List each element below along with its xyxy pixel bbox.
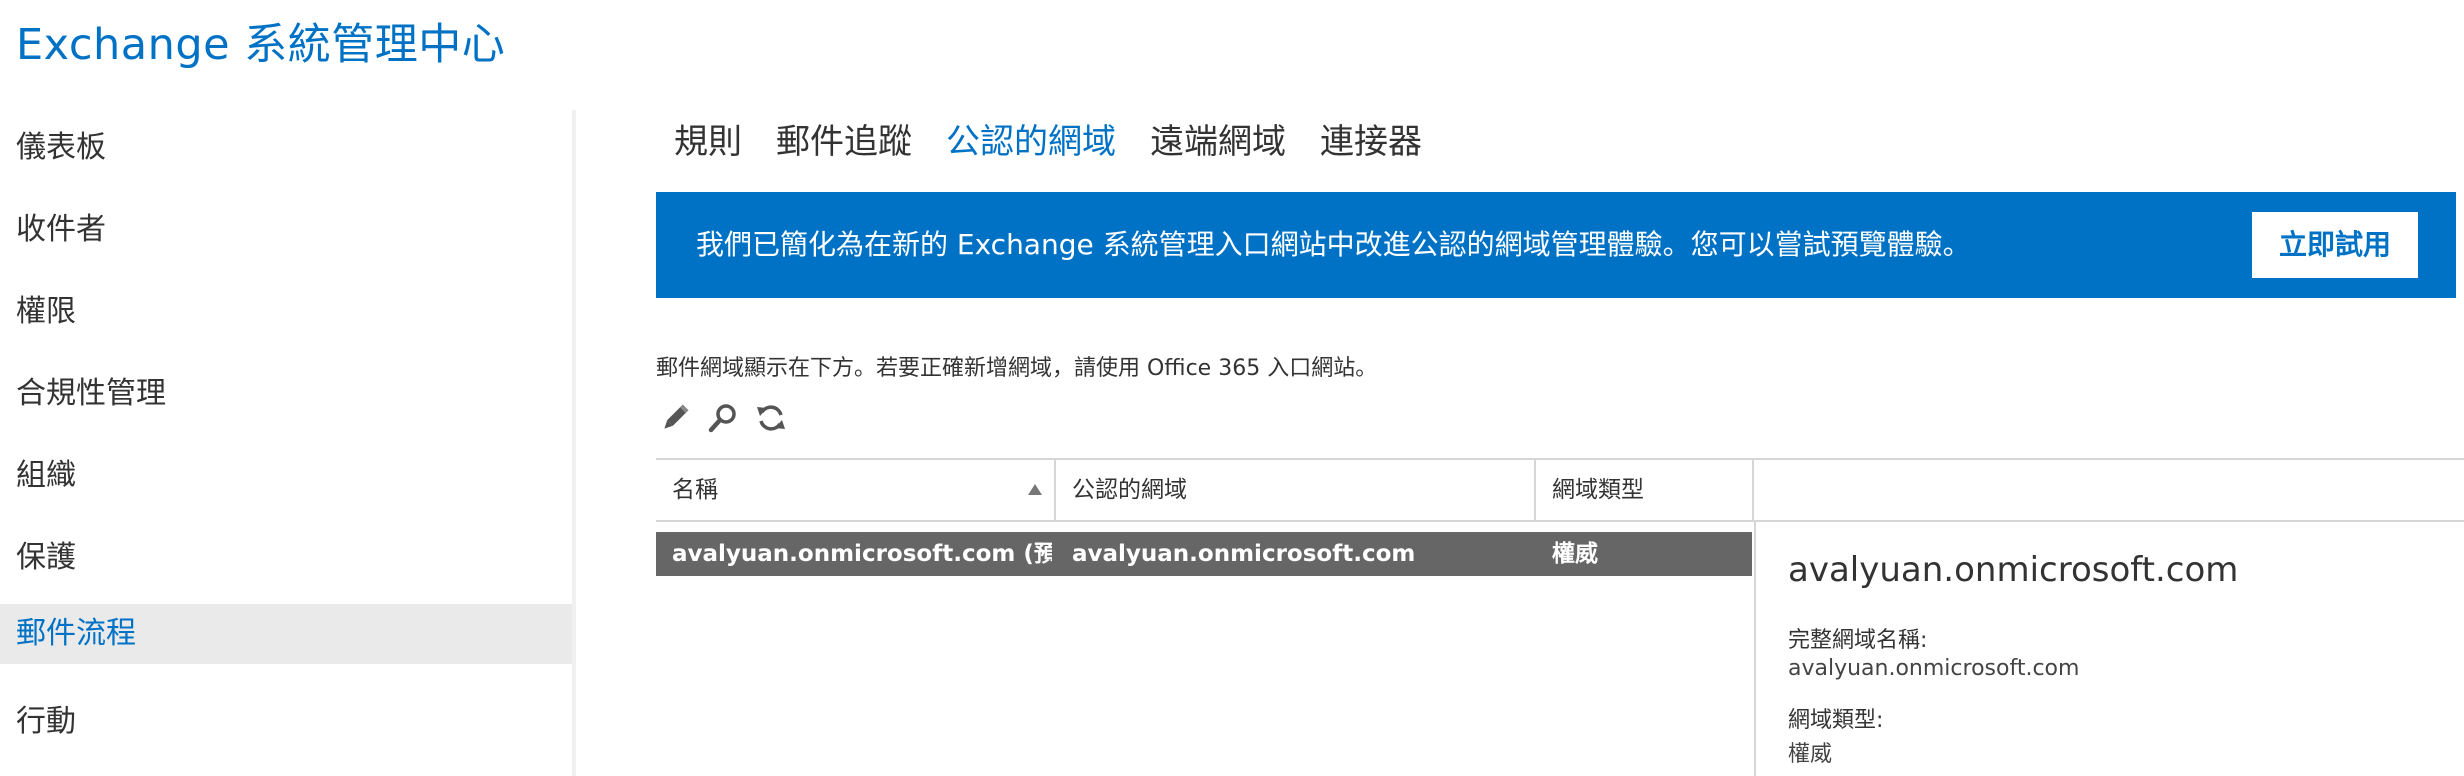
- column-separator: [1534, 460, 1536, 520]
- domain-type-value: 權威: [1788, 742, 1833, 767]
- sort-ascending-icon: [1028, 484, 1042, 495]
- banner-message: 我們已簡化為在新的 Exchange 系統管理入口網站中改進公認的網域管理體驗。…: [696, 228, 1971, 261]
- nav-item-organization[interactable]: 組織: [0, 446, 572, 506]
- cell-name: avalyuan.onmicrosoft.com (預設...: [672, 541, 1052, 567]
- nav-item-mobile[interactable]: 行動: [0, 692, 572, 752]
- nav-item-compliance[interactable]: 合規性管理: [0, 364, 572, 424]
- nav-divider: [572, 110, 576, 776]
- nav-item-mail-flow[interactable]: 郵件流程: [0, 604, 572, 664]
- tab-connectors[interactable]: 連接器: [1320, 112, 1422, 172]
- preview-banner: 我們已簡化為在新的 Exchange 系統管理入口網站中改進公認的網域管理體驗。…: [656, 192, 2456, 298]
- search-icon[interactable]: [704, 399, 742, 437]
- table-row[interactable]: avalyuan.onmicrosoft.com (預設... avalyuan…: [656, 532, 1752, 576]
- tab-bar: 規則 郵件追蹤 公認的網域 遠端網域 連接器: [674, 112, 1422, 172]
- column-header-accepted-domain[interactable]: 公認的網域: [1072, 460, 1522, 520]
- column-header-domain-type[interactable]: 網域類型: [1552, 460, 1742, 520]
- nav-item-protection[interactable]: 保護: [0, 528, 572, 588]
- left-nav: 儀表板 收件者 權限 合規性管理 組織 保護 郵件流程 行動: [0, 110, 574, 776]
- app-title: Exchange 系統管理中心: [16, 20, 506, 70]
- toolbar: [656, 396, 790, 440]
- description-text: 郵件網域顯示在下方。若要正確新增網域，請使用 Office 365 入口網站。: [656, 356, 1378, 381]
- edit-icon[interactable]: [656, 399, 694, 437]
- domain-type-label: 網域類型:: [1788, 708, 1884, 733]
- fqdn-label: 完整網域名稱:: [1788, 628, 1928, 653]
- cell-domain-type: 權威: [1552, 541, 1598, 567]
- tab-rules[interactable]: 規則: [674, 112, 742, 172]
- column-separator: [1752, 460, 1754, 520]
- details-pane: avalyuan.onmicrosoft.com 完整網域名稱: avalyua…: [1754, 522, 2464, 776]
- nav-item-recipients[interactable]: 收件者: [0, 200, 572, 260]
- column-separator: [1054, 460, 1056, 520]
- fqdn-value: avalyuan.onmicrosoft.com: [1788, 656, 2080, 681]
- cell-accepted-domain: avalyuan.onmicrosoft.com: [1072, 541, 1416, 567]
- details-title: avalyuan.onmicrosoft.com: [1788, 550, 2239, 590]
- try-now-button[interactable]: 立即試用: [2252, 212, 2418, 278]
- tab-accepted-domains[interactable]: 公認的網域: [946, 112, 1116, 172]
- nav-item-dashboard[interactable]: 儀表板: [0, 118, 572, 178]
- column-header-name[interactable]: 名稱: [672, 460, 1042, 520]
- nav-item-permissions[interactable]: 權限: [0, 282, 572, 342]
- tab-remote-domains[interactable]: 遠端網域: [1150, 112, 1286, 172]
- tab-message-trace[interactable]: 郵件追蹤: [776, 112, 912, 172]
- refresh-icon[interactable]: [752, 399, 790, 437]
